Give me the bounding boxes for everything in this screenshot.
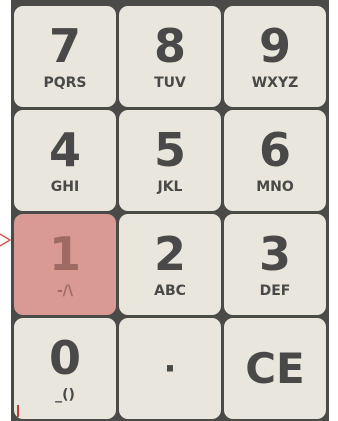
key-0[interactable]: 0 _() <box>14 318 116 419</box>
key-9-digit: 9 <box>258 18 291 73</box>
key-2-letters: ABC <box>154 282 186 299</box>
key-0-digit: 0 <box>48 330 81 385</box>
key-7-digit: 7 <box>48 18 81 73</box>
key-8-letters: TUV <box>154 74 186 91</box>
key-3-digit: 3 <box>258 226 291 281</box>
key-5-letters: JKL <box>157 178 183 195</box>
clear-entry-label: CE <box>245 343 305 393</box>
key-8[interactable]: 8 TUV <box>119 6 221 107</box>
key-3-letters: DEF <box>259 282 291 299</box>
key-1-digit: 1 <box>48 226 81 281</box>
key-0-letters: _() <box>55 386 75 403</box>
text-cursor <box>17 405 19 417</box>
key-1-letters: -/\ <box>56 282 74 299</box>
key-7[interactable]: 7 PQRS <box>14 6 116 107</box>
key-4-letters: GHI <box>50 178 80 195</box>
key-6[interactable]: 6 MNO <box>224 110 326 211</box>
key-2[interactable]: 2 ABC <box>119 214 221 315</box>
key-5[interactable]: 5 JKL <box>119 110 221 211</box>
key-7-letters: PQRS <box>43 74 87 91</box>
keypad-screen: 7 PQRS 8 TUV 9 WXYZ 4 GHI 5 JKL 6 MNO 1 … <box>0 0 338 421</box>
key-6-digit: 6 <box>258 122 291 177</box>
key-4-digit: 4 <box>48 122 81 177</box>
key-3[interactable]: 3 DEF <box>224 214 326 315</box>
key-1[interactable]: 1 -/\ <box>14 214 116 315</box>
key-4[interactable]: 4 GHI <box>14 110 116 211</box>
key-decimal[interactable]: · <box>119 318 221 419</box>
decimal-point-label: · <box>163 348 177 389</box>
key-8-digit: 8 <box>153 18 186 73</box>
key-6-letters: MNO <box>256 178 294 195</box>
key-9-letters: WXYZ <box>251 74 299 91</box>
key-9[interactable]: 9 WXYZ <box>224 6 326 107</box>
numeric-keypad: 7 PQRS 8 TUV 9 WXYZ 4 GHI 5 JKL 6 MNO 1 … <box>11 0 329 421</box>
key-2-digit: 2 <box>153 226 186 281</box>
key-clear-entry[interactable]: CE <box>224 318 326 419</box>
key-5-digit: 5 <box>153 122 186 177</box>
